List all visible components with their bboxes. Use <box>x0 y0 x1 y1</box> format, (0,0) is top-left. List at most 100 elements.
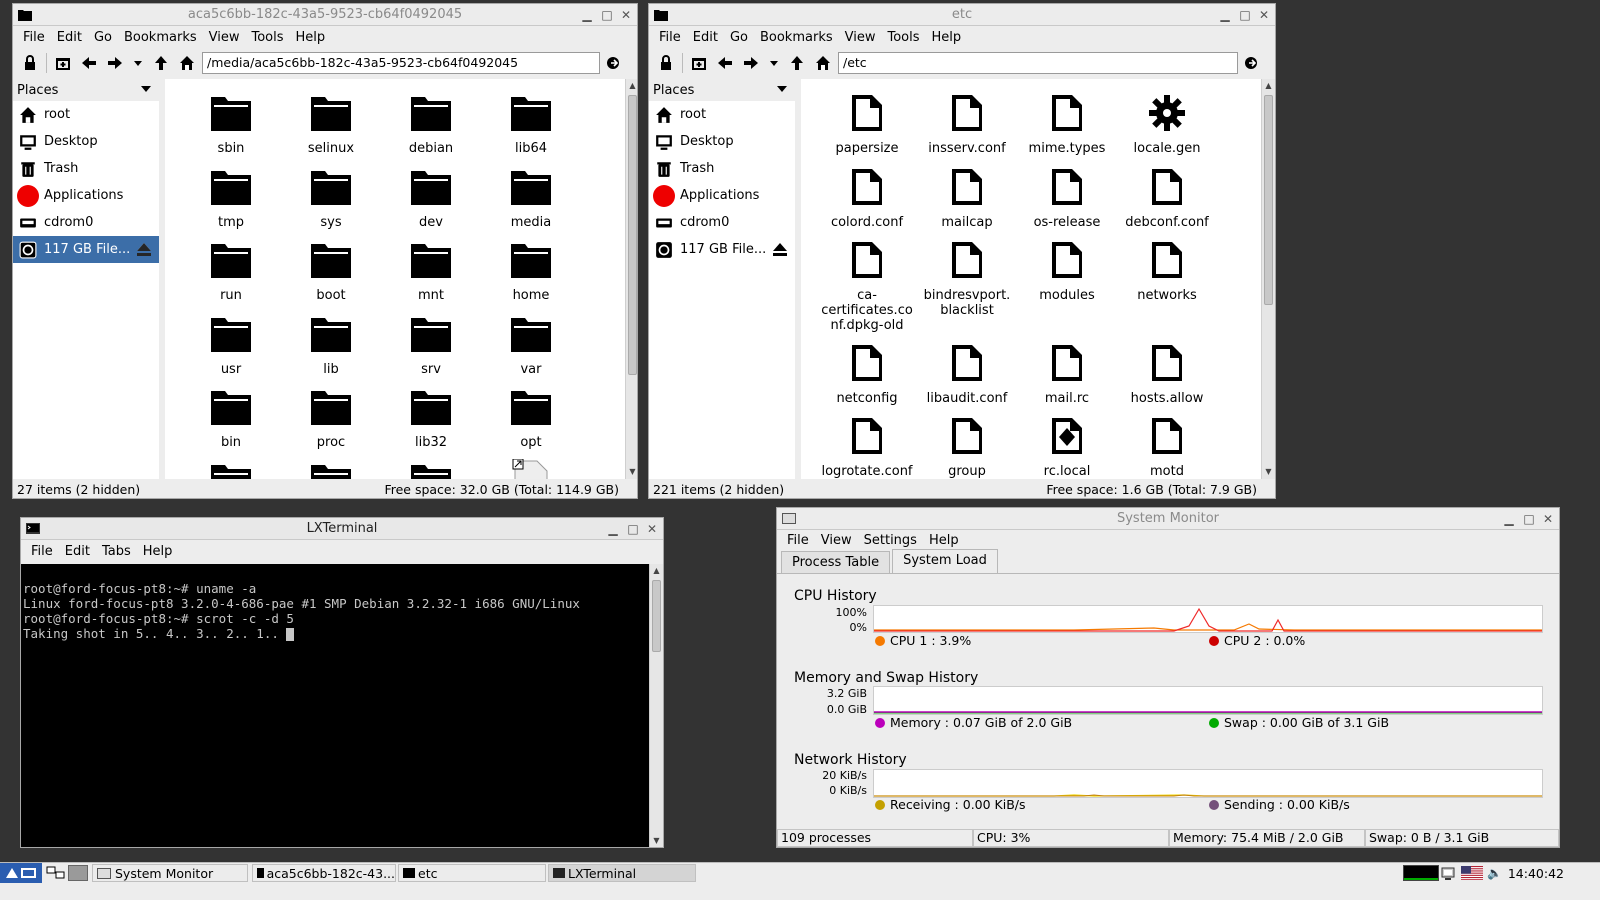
task-terminal[interactable]: LXTerminal <box>548 864 696 882</box>
menu-tabs[interactable]: Tabs <box>96 544 137 559</box>
title-bar[interactable]: System Monitor ▁ □ ✕ <box>777 508 1559 530</box>
start-menu-button[interactable] <box>0 863 42 883</box>
close-icon[interactable]: ✕ <box>618 7 634 23</box>
title-bar[interactable]: etc ▁ □ ✕ <box>649 4 1275 26</box>
minimize-icon[interactable]: ▁ <box>579 7 595 23</box>
file-item-dev[interactable]: dev <box>381 163 481 230</box>
lock-icon[interactable] <box>17 50 43 76</box>
address-bar[interactable]: /etc <box>838 52 1238 74</box>
maximize-icon[interactable]: □ <box>625 521 641 537</box>
go-icon[interactable] <box>1238 50 1264 76</box>
home-icon[interactable] <box>174 50 200 76</box>
up-icon[interactable] <box>148 50 174 76</box>
file-item-home[interactable]: home <box>481 236 581 303</box>
file-item-ca-certificates-co-nf-dpkg-old[interactable]: ca-certificates.co nf.dpkg-old <box>817 236 917 333</box>
file-item-sys[interactable]: sys <box>281 163 381 230</box>
place-root[interactable]: root <box>13 101 159 128</box>
close-icon[interactable]: ✕ <box>644 521 660 537</box>
file-item-usr[interactable]: usr <box>181 310 281 377</box>
file-item-papersize[interactable]: papersize <box>817 89 917 156</box>
place-applications[interactable]: Applications <box>649 182 795 209</box>
task-file-manager-etc[interactable]: etc <box>398 864 546 882</box>
back-icon[interactable] <box>76 50 102 76</box>
file-item-mime-types[interactable]: mime.types <box>1017 89 1117 156</box>
file-item-debconf-conf[interactable]: debconf.conf <box>1117 163 1217 230</box>
file-item-libaudit-conf[interactable]: libaudit.conf <box>917 339 1017 406</box>
scroll-up-icon[interactable]: ▲ <box>650 564 663 578</box>
file-item-run[interactable]: run <box>181 236 281 303</box>
maximize-icon[interactable]: □ <box>1237 7 1253 23</box>
file-item-lib32[interactable]: lib32 <box>381 383 481 450</box>
place-applications[interactable]: Applications <box>13 182 159 209</box>
file-item-mail-rc[interactable]: mail.rc <box>1017 339 1117 406</box>
workspace-switcher[interactable] <box>68 865 88 881</box>
forward-icon[interactable] <box>102 50 128 76</box>
terminal-output[interactable]: root@ford-focus-pt8:~# uname -a Linux for… <box>21 564 649 847</box>
maximize-icon[interactable]: □ <box>1521 511 1537 527</box>
eject-icon[interactable] <box>135 241 153 257</box>
menu-tools[interactable]: Tools <box>881 30 925 45</box>
menu-edit[interactable]: Edit <box>59 544 96 559</box>
history-dropdown-icon[interactable] <box>764 50 784 76</box>
history-dropdown-icon[interactable] <box>128 50 148 76</box>
go-icon[interactable] <box>600 50 626 76</box>
file-item-opt[interactable]: opt <box>481 383 581 450</box>
scroll-down-icon[interactable]: ▼ <box>626 465 637 479</box>
file-item-motd[interactable]: motd <box>1117 412 1217 479</box>
close-icon[interactable]: ✕ <box>1540 511 1556 527</box>
menu-help[interactable]: Help <box>290 30 332 45</box>
scroll-up-icon[interactable]: ▲ <box>626 79 637 93</box>
keyboard-layout-flag-icon[interactable] <box>1461 866 1483 880</box>
task-system-monitor[interactable]: System Monitor <box>92 864 248 882</box>
place-volume[interactable]: 117 GB File... <box>649 236 795 263</box>
file-item-os-release[interactable]: os-release <box>1017 163 1117 230</box>
folder-icon[interactable] <box>381 457 481 479</box>
network-icon[interactable] <box>1441 865 1457 881</box>
file-item-debian[interactable]: debian <box>381 89 481 156</box>
scroll-down-icon[interactable]: ▼ <box>1262 465 1275 479</box>
place-desktop[interactable]: Desktop <box>13 128 159 155</box>
task-file-manager-media[interactable]: aca5c6bb-182c-43... <box>252 864 396 882</box>
menu-file[interactable]: File <box>17 30 51 45</box>
file-item-tmp[interactable]: tmp <box>181 163 281 230</box>
place-desktop[interactable]: Desktop <box>649 128 795 155</box>
title-bar[interactable]: LXTerminal ▁ □ ✕ <box>21 518 663 540</box>
place-cdrom0[interactable]: cdrom0 <box>649 209 795 236</box>
close-icon[interactable]: ✕ <box>1256 7 1272 23</box>
menu-file[interactable]: File <box>781 533 815 548</box>
folder-icon[interactable] <box>281 457 381 479</box>
menu-view[interactable]: View <box>815 533 858 548</box>
file-item-colord-conf[interactable]: colord.conf <box>817 163 917 230</box>
minimize-icon[interactable]: ▁ <box>1217 7 1233 23</box>
menu-help[interactable]: Help <box>137 544 179 559</box>
file-item-insserv-conf[interactable]: insserv.conf <box>917 89 1017 156</box>
menu-tools[interactable]: Tools <box>245 30 289 45</box>
place-volume[interactable]: 117 GB File... <box>13 236 159 263</box>
file-item-lib[interactable]: lib <box>281 310 381 377</box>
place-root[interactable]: root <box>649 101 795 128</box>
vertical-scrollbar[interactable]: ▲ ▼ <box>649 564 663 847</box>
file-item-proc[interactable]: proc <box>281 383 381 450</box>
tab-process-table[interactable]: Process Table <box>781 551 891 573</box>
file-item-media[interactable]: media <box>481 163 581 230</box>
vertical-scrollbar[interactable]: ▲ ▼ <box>625 79 637 479</box>
scroll-thumb[interactable] <box>628 95 637 375</box>
file-item-rc-local[interactable]: rc.local <box>1017 412 1117 479</box>
file-icon[interactable] <box>481 455 581 479</box>
clock[interactable]: 14:40:42 <box>1506 866 1564 881</box>
file-item-hosts-allow[interactable]: hosts.allow <box>1117 339 1217 406</box>
file-item-sbin[interactable]: sbin <box>181 89 281 156</box>
places-header[interactable]: Places <box>13 79 159 101</box>
file-item-modules[interactable]: modules <box>1017 236 1117 303</box>
menu-bookmarks[interactable]: Bookmarks <box>118 30 203 45</box>
file-item-networks[interactable]: networks <box>1117 236 1217 303</box>
volume-icon[interactable]: 🔈 <box>1487 866 1503 880</box>
maximize-icon[interactable]: □ <box>599 7 615 23</box>
tab-system-load[interactable]: System Load <box>892 549 998 573</box>
lock-icon[interactable] <box>653 50 679 76</box>
scroll-up-icon[interactable]: ▲ <box>1262 79 1275 93</box>
address-bar[interactable]: /media/aca5c6bb-182c-43a5-9523-cb64f0492… <box>202 52 600 74</box>
menu-view[interactable]: View <box>203 30 246 45</box>
scroll-down-icon[interactable]: ▼ <box>650 834 663 847</box>
show-desktop-icon[interactable] <box>46 865 66 881</box>
